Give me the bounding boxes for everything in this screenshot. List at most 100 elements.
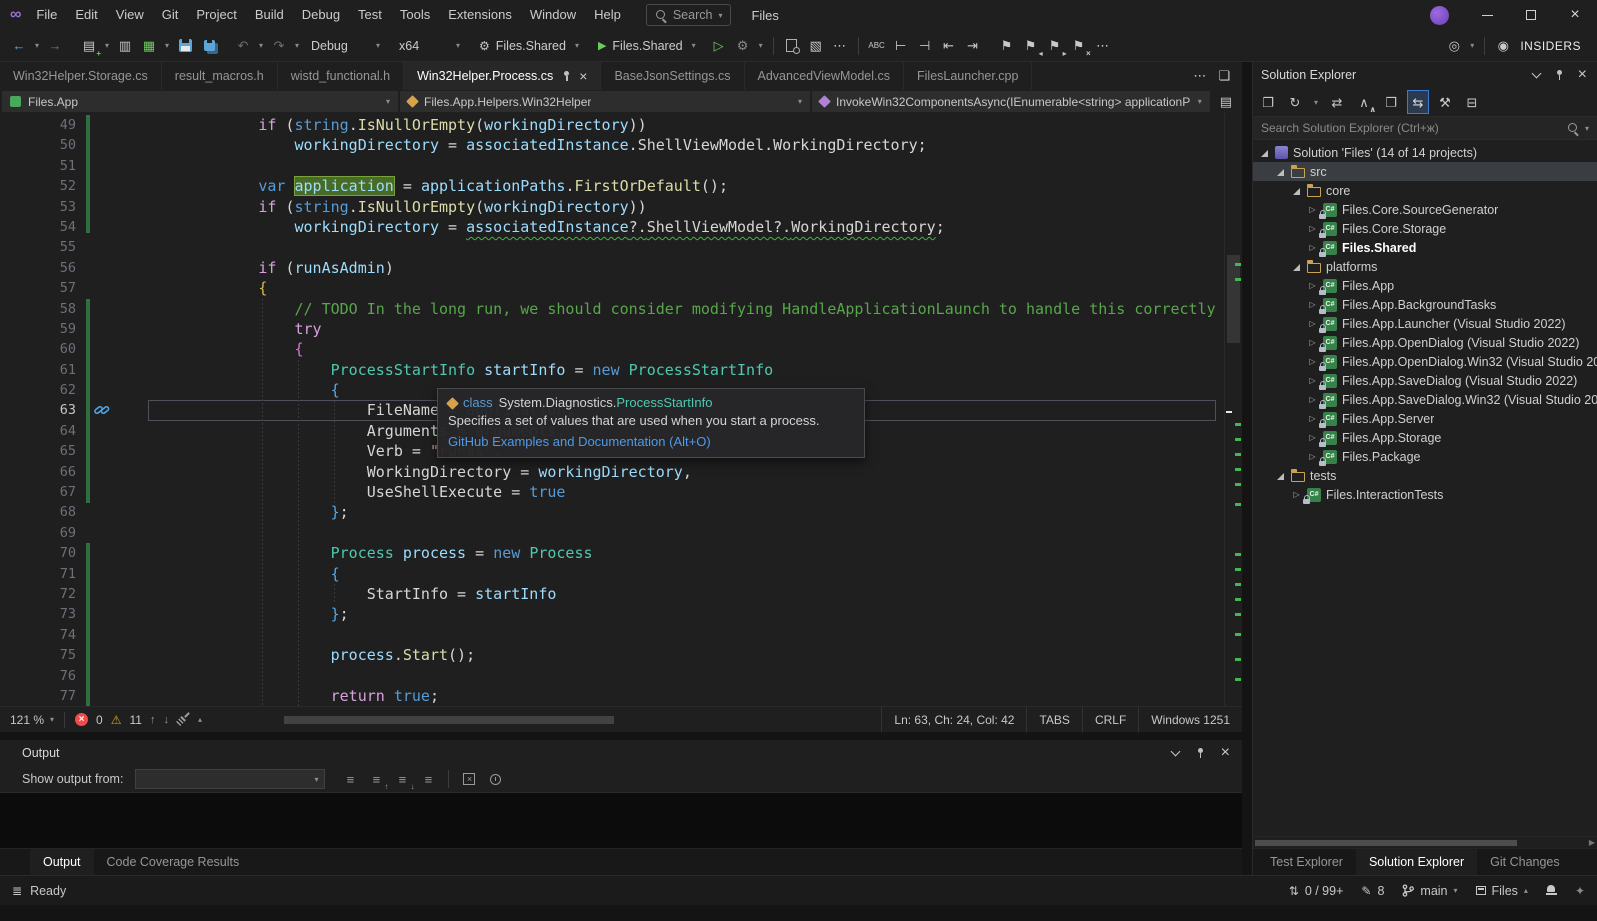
spell-check-icon[interactable]: ABC: [866, 34, 888, 58]
code-line[interactable]: [0, 666, 1224, 686]
bookmark-next-icon[interactable]: ⚑ ▸: [1044, 34, 1067, 58]
tab-overflow-icon[interactable]: ⋯: [1193, 68, 1206, 84]
bookmark-icon[interactable]: ⚑: [996, 34, 1018, 58]
tab-fileslauncher-cpp[interactable]: FilesLauncher.cpp: [904, 62, 1033, 90]
code-line[interactable]: [0, 523, 1224, 543]
error-count[interactable]: 0: [96, 713, 103, 727]
collapsed-arrow-icon[interactable]: ▷: [1307, 433, 1318, 442]
tree-item-files-shared[interactable]: ▷ C# Files.Shared: [1253, 238, 1597, 257]
split-view-icon[interactable]: ▤: [1220, 94, 1232, 110]
toolbar-overflow-icon[interactable]: ⋯: [829, 34, 851, 58]
tree-item-platforms[interactable]: platforms: [1253, 257, 1597, 276]
errors-icon[interactable]: ×: [75, 713, 89, 726]
add-item-icon[interactable]: ▥: [114, 34, 136, 58]
warning-count[interactable]: 11: [130, 713, 142, 727]
se-sync-active-document-icon[interactable]: ⇆: [1407, 90, 1429, 114]
collapsed-arrow-icon[interactable]: ▷: [1307, 281, 1318, 290]
attach-icon[interactable]: ⚙: [732, 34, 754, 58]
se-switch-views-icon[interactable]: ⇄: [1326, 90, 1348, 114]
account-avatar[interactable]: [1430, 5, 1449, 25]
menu-edit[interactable]: Edit: [66, 0, 106, 30]
find-replace-icon[interactable]: ▧: [805, 34, 827, 58]
output-source-dropdown[interactable]: ▾: [135, 769, 326, 789]
panel-tab-output[interactable]: Output: [30, 849, 94, 876]
background-tasks-icon[interactable]: ≣: [12, 884, 22, 898]
start-without-debugging-icon[interactable]: ▷: [708, 34, 730, 58]
code-line[interactable]: ProcessStartInfo startInfo = new Process…: [0, 360, 1224, 380]
startup-profile-dropdown[interactable]: ⚙ Files.Shared ▾: [472, 34, 589, 58]
prev-issue-icon[interactable]: ↑: [150, 714, 156, 726]
tab-advancedviewmodel-cs[interactable]: AdvancedViewModel.cs: [745, 62, 904, 90]
tab-win32helper-storage-cs[interactable]: Win32Helper.Storage.cs: [0, 62, 162, 90]
maximize-button[interactable]: [1509, 0, 1553, 30]
type-dropdown[interactable]: Files.App.Helpers.Win32Helper ▾: [400, 91, 810, 112]
git-sync-button[interactable]: ⇅ 0 / 99+: [1289, 884, 1344, 898]
collapsed-arrow-icon[interactable]: ▷: [1307, 452, 1318, 461]
tree-item-tests[interactable]: tests: [1253, 466, 1597, 485]
output-wrap-icon[interactable]: ≡: [339, 767, 361, 791]
code-line[interactable]: workingDirectory = associatedInstance?.S…: [0, 217, 1224, 237]
output-timestamp-icon[interactable]: [484, 767, 506, 791]
dropdown-chevron-icon[interactable]: ▾: [162, 41, 172, 50]
output-prev-message-icon[interactable]: ≡ ↑: [365, 767, 389, 791]
feedback-icon[interactable]: ◉: [1492, 34, 1514, 58]
code-line[interactable]: Process process = new Process: [0, 543, 1224, 563]
caret-select-icon[interactable]: ⊣: [914, 34, 936, 58]
pending-changes-button[interactable]: ✎ 8: [1361, 884, 1384, 898]
tool-tab-test-explorer[interactable]: Test Explorer: [1257, 849, 1356, 876]
solution-search[interactable]: ▾: [1253, 116, 1597, 140]
code-line[interactable]: WorkingDirectory = workingDirectory,: [0, 462, 1224, 482]
collapsed-arrow-icon[interactable]: ▷: [1307, 338, 1318, 347]
tree-item-core[interactable]: core: [1253, 181, 1597, 200]
tree-item-files-core-sourcegenerator[interactable]: ▷ C# Files.Core.SourceGenerator: [1253, 200, 1597, 219]
repository-selector[interactable]: Files ▴: [1475, 884, 1528, 898]
bookmark-clear-icon[interactable]: ⚑ ×: [1068, 34, 1091, 58]
scrollbar-thumb[interactable]: [1255, 840, 1517, 846]
code-line[interactable]: };: [0, 502, 1224, 522]
collapsed-arrow-icon[interactable]: ▷: [1307, 300, 1318, 309]
menu-tools[interactable]: Tools: [391, 0, 439, 30]
menu-test[interactable]: Test: [349, 0, 391, 30]
new-file-icon[interactable]: ▤ +: [78, 34, 101, 58]
menu-file[interactable]: File: [27, 0, 66, 30]
close-icon[interactable]: ×: [579, 69, 587, 83]
tree-item-files-package[interactable]: ▷ C# Files.Package: [1253, 447, 1597, 466]
dropdown-chevron-icon[interactable]: ▾: [1467, 41, 1477, 50]
chevron-up-icon[interactable]: ▴: [198, 715, 202, 724]
expanded-arrow-icon[interactable]: [1291, 262, 1302, 271]
collapsed-arrow-icon[interactable]: ▷: [1307, 357, 1318, 366]
tab-result-macros-h[interactable]: result_macros.h: [162, 62, 278, 90]
output-content[interactable]: [0, 792, 1242, 848]
toolbar-overflow2-icon[interactable]: ⋯: [1092, 34, 1114, 58]
pin-icon[interactable]: [561, 70, 571, 82]
code-line[interactable]: {: [0, 564, 1224, 584]
tree-item-files-app-launcher-visual-studio-2022[interactable]: ▷ C# Files.App.Launcher (Visual Studio 202…: [1253, 314, 1597, 333]
scrollbar-thumb[interactable]: [283, 715, 614, 724]
code-line[interactable]: if (string.IsNullOrEmpty(workingDirector…: [0, 115, 1224, 135]
vertical-splitter[interactable]: [1242, 62, 1252, 875]
code-line[interactable]: var application = applicationPaths.First…: [0, 176, 1224, 196]
tree-item-files-app-backgroundtasks[interactable]: ▷ C# Files.App.BackgroundTasks: [1253, 295, 1597, 314]
tree-item-files-interactiontests[interactable]: ▷ C# Files.InteractionTests: [1253, 485, 1597, 504]
line-endings[interactable]: CRLF: [1081, 706, 1138, 733]
platform-dropdown[interactable]: x64 ▾: [392, 34, 470, 58]
se-copy-icon[interactable]: ❐: [1380, 90, 1402, 114]
minimize-button[interactable]: [1465, 0, 1509, 30]
se-refresh-icon[interactable]: ↻: [1284, 90, 1306, 114]
menu-git[interactable]: Git: [153, 0, 188, 30]
tree-item-solution-files-14-of-14-projects[interactable]: Solution 'Files' (14 of 14 projects): [1253, 143, 1597, 162]
output-clear-icon[interactable]: [458, 767, 480, 791]
expanded-arrow-icon[interactable]: [1291, 186, 1302, 195]
indent-mode[interactable]: TABS: [1026, 706, 1081, 733]
redo-icon[interactable]: ↷: [268, 34, 290, 58]
close-button[interactable]: ×: [1553, 0, 1597, 30]
horizontal-scrollbar[interactable]: ▶: [1253, 836, 1597, 848]
indent-decrease-icon[interactable]: ⇤: [938, 34, 960, 58]
tree-item-files-app-server[interactable]: ▷ C# Files.App.Server: [1253, 409, 1597, 428]
tree-item-files-app-opendialog-visual-studio-2022[interactable]: ▷ C# Files.App.OpenDialog (Visual Studio 2…: [1253, 333, 1597, 352]
panel-tab-code-coverage-results[interactable]: Code Coverage Results: [94, 849, 253, 876]
pin-icon[interactable]: [1195, 747, 1205, 759]
code-line[interactable]: if (string.IsNullOrEmpty(workingDirector…: [0, 197, 1224, 217]
menu-window[interactable]: Window: [521, 0, 585, 30]
dropdown-chevron-icon[interactable]: ▾: [292, 41, 302, 50]
